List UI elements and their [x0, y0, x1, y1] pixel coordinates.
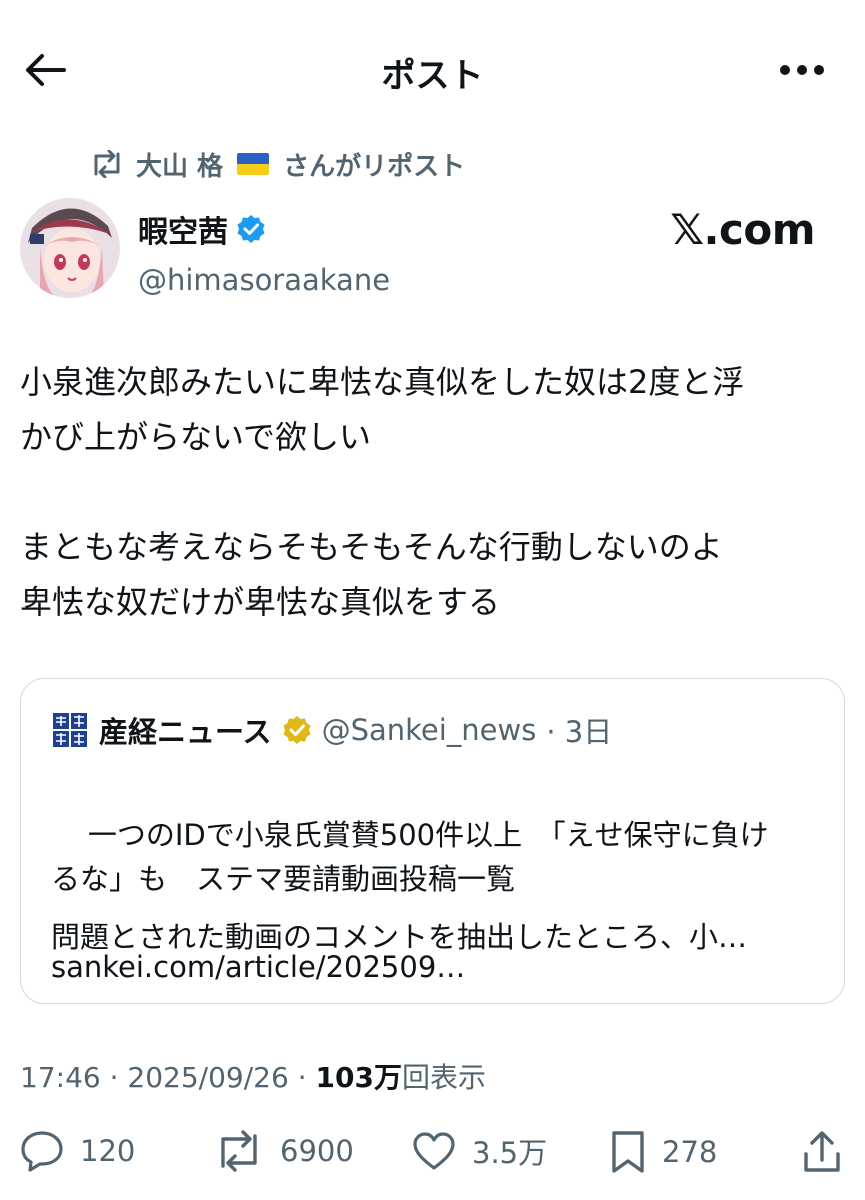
view-label: 回表示 — [401, 1061, 486, 1094]
quoted-excerpt: 問題とされた動画のコメントを抽出したところ、小… — [51, 920, 748, 954]
action-bar: 120 6900 3.5万 278 — [0, 1120, 865, 1190]
avatar[interactable] — [20, 198, 120, 298]
like-button[interactable]: 3.5万 — [412, 1130, 547, 1172]
share-icon — [804, 1131, 840, 1172]
repost-count: 6900 — [280, 1134, 354, 1168]
author-name[interactable]: 暇空茜 — [138, 207, 228, 251]
more-icon — [780, 65, 824, 75]
bookmark-icon — [612, 1131, 644, 1173]
more-button[interactable] — [777, 52, 827, 88]
repost-suffix: さんがリポスト — [283, 151, 466, 182]
quoted-text: 一つのIDで小泉氏賞賛500件以上 「えせ保守に負け るな」も ステマ要請動画投… — [51, 818, 769, 896]
reply-button[interactable]: 120 — [20, 1130, 135, 1172]
quoted-tweet[interactable]: 産経ニュース @Sankei_news · 3日 一つのIDで小泉氏賞賛500件… — [20, 678, 845, 1004]
repost-icon — [94, 150, 120, 178]
tweet-time: 17:46 — [20, 1061, 101, 1094]
repost-context[interactable]: 大山 格 さんがリポスト — [90, 146, 465, 182]
repost-button[interactable]: 6900 — [214, 1130, 354, 1172]
share-button[interactable] — [802, 1130, 842, 1174]
quoted-tweet-header: 産経ニュース @Sankei_news · 3日 — [51, 709, 612, 751]
tweet-text: 小泉進次郎みたいに卑怯な真似をした奴は2度と浮 かび上がらないで欲しい まともな… — [20, 363, 745, 621]
sankei-logo-icon — [51, 711, 89, 749]
avatar-image — [20, 198, 120, 298]
page-title: ポスト — [381, 56, 484, 96]
like-count: 3.5万 — [472, 1136, 548, 1170]
quoted-author-name: 産経ニュース — [99, 715, 272, 749]
ukraine-flag-icon — [237, 153, 270, 175]
quoted-time: · 3日 — [546, 715, 613, 749]
meta-separator: · — [109, 1061, 128, 1094]
tweet-meta: 17:46 · 2025/09/26 · 103万回表示 — [20, 1056, 486, 1096]
tweet-date: 2025/09/26 — [127, 1061, 289, 1094]
bookmark-button[interactable]: 278 — [610, 1130, 717, 1174]
verified-badge-icon — [237, 215, 265, 243]
author-handle[interactable]: @himasoraakane — [138, 263, 390, 297]
author-info: 暇空茜 @himasoraakane — [138, 207, 390, 297]
repost-icon — [221, 1130, 257, 1172]
top-bar: ポスト — [0, 0, 865, 140]
bookmark-count: 278 — [662, 1135, 718, 1169]
watermark: 𝕏.com — [670, 205, 815, 254]
gold-verified-badge-icon — [283, 716, 311, 744]
quoted-author-handle: @Sankei_news — [321, 713, 537, 747]
reply-count: 120 — [80, 1134, 136, 1168]
like-icon — [413, 1132, 455, 1170]
meta-separator: · — [297, 1061, 316, 1094]
view-count: 103万 — [315, 1061, 402, 1094]
reposter-name: 大山 格 — [136, 151, 224, 182]
reply-icon — [21, 1131, 63, 1172]
